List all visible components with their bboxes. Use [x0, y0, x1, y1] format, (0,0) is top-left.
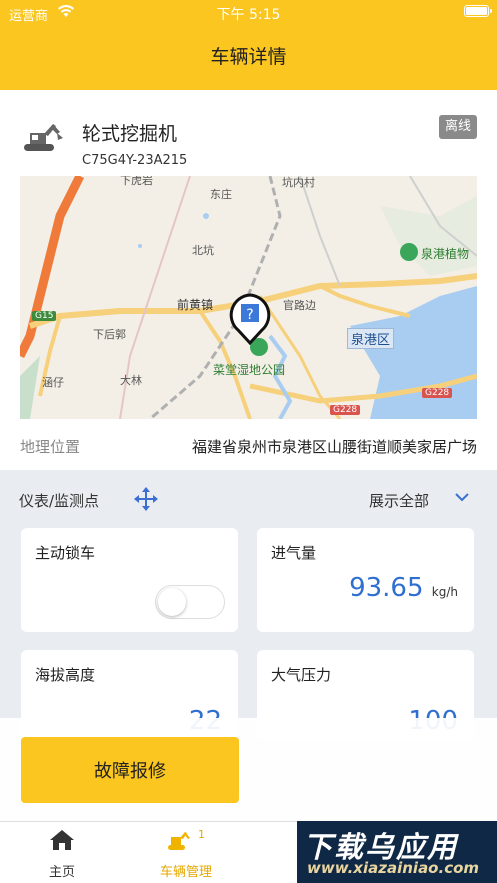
fault-report-button[interactable]: 故障报修	[21, 737, 239, 803]
metric-label: 海拔高度	[35, 666, 96, 684]
location-pin-icon[interactable]: ?	[228, 293, 272, 345]
battery-icon	[464, 5, 492, 17]
status-bar: 运营商 下午 5:15	[0, 0, 497, 26]
map-label: 东庄	[210, 188, 232, 201]
move-icon[interactable]	[133, 486, 159, 512]
metric-label: 进气量	[271, 544, 317, 562]
home-icon	[50, 830, 74, 850]
clock: 下午 5:15	[216, 7, 281, 23]
tab-badge: 1	[198, 828, 205, 841]
svg-text:?: ?	[246, 307, 253, 323]
road-badge: G228	[330, 405, 361, 415]
metric-card-intake: 进气量 93.65 kg/h	[257, 528, 474, 632]
section-title: 仪表/监测点	[19, 492, 100, 510]
watermark-logo: 下载乌应用 www.xiazainiao.com	[297, 821, 497, 883]
location-row: 地理位置 福建省泉州市泉港区山腰街道顺美家居广场	[0, 424, 497, 470]
metric-label: 大气压力	[271, 666, 332, 684]
app-header: 运营商 下午 5:15 车辆详情	[0, 0, 497, 90]
excavator-icon	[24, 124, 63, 151]
map-label: 下后郭	[93, 328, 126, 341]
tab-label: 车辆管理	[159, 865, 212, 880]
metric-number: 93.65	[349, 573, 424, 603]
map-label: 大林	[120, 374, 142, 387]
metric-card-lock: 主动锁车	[21, 528, 238, 632]
excavator-icon	[168, 832, 190, 850]
tab-vehicle-management[interactable]: 1 车辆管理	[126, 822, 246, 883]
chevron-down-icon[interactable]	[455, 492, 469, 502]
location-label: 地理位置	[20, 438, 81, 456]
map-label: 官路边	[283, 299, 316, 312]
status-badge: 离线	[439, 115, 477, 139]
tab-home[interactable]: 主页	[2, 822, 122, 883]
vehicle-name: 轮式挖掘机	[82, 123, 178, 145]
road-badge: G15	[32, 311, 57, 321]
metric-unit: kg/h	[431, 585, 458, 599]
map-label: 坑内村	[282, 176, 315, 189]
tab-label: 主页	[48, 865, 75, 880]
location-value: 福建省泉州市泉港区山腰街道顺美家居广场	[191, 438, 477, 456]
district-label: 泉港区	[347, 328, 395, 349]
section-header: 仪表/监测点 展示全部	[0, 470, 497, 526]
metric-label: 主动锁车	[35, 544, 96, 562]
map-label: 涵仔	[42, 376, 64, 389]
map-label: 泉港植物	[421, 247, 470, 261]
metric-value: 93.65 kg/h	[349, 573, 458, 603]
watermark-url: www.xiazainiao.com	[307, 859, 480, 877]
map-label: 前黄镇	[177, 298, 214, 312]
vehicle-code: C75G4Y-23A215	[82, 153, 188, 168]
map-label: 菜堂湿地公园	[213, 363, 286, 377]
park-icon	[400, 243, 418, 261]
page-title: 车辆详情	[210, 46, 287, 68]
road-badge: G228	[422, 388, 453, 398]
map-label: 北坑	[192, 244, 214, 257]
map-label: 下虎岩	[120, 176, 153, 187]
lock-toggle[interactable]	[155, 585, 225, 619]
show-all-dropdown[interactable]: 展示全部	[369, 490, 429, 511]
